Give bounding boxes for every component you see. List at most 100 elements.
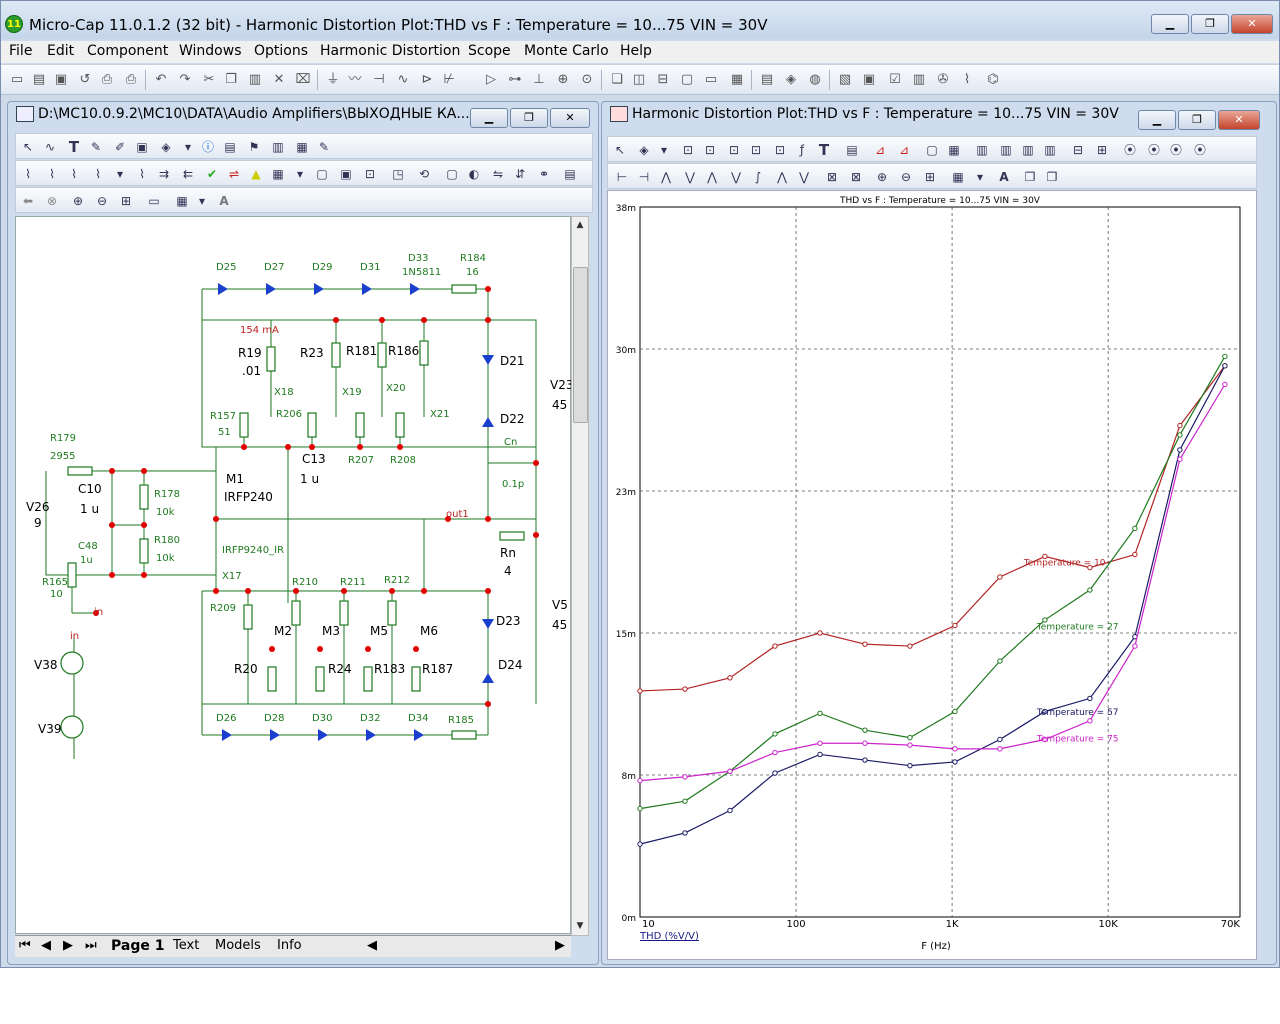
battery-icon[interactable]: ⊥ bbox=[531, 72, 547, 88]
schematic-vertical-scrollbar[interactable]: ▲ ▼ bbox=[571, 216, 589, 936]
grid-icon[interactable]: ▦ bbox=[270, 166, 286, 182]
attribute-icon[interactable]: ⌇ bbox=[134, 166, 150, 182]
rotate-icon[interactable]: ⟲ bbox=[416, 166, 432, 182]
dropdown-arrow-icon[interactable]: ▾ bbox=[972, 169, 988, 185]
plot-text-icon[interactable]: T bbox=[816, 142, 832, 158]
check-node-icon[interactable]: ✔ bbox=[204, 166, 220, 182]
properties-icon[interactable]: ▥ bbox=[911, 72, 927, 88]
text-mode-icon[interactable]: T bbox=[66, 139, 82, 155]
menu-file[interactable]: File bbox=[9, 43, 32, 59]
paste-icon[interactable]: ▥ bbox=[247, 72, 263, 88]
h-scroll-left-icon[interactable]: ◀ bbox=[367, 938, 377, 953]
new-file-icon[interactable]: ▭ bbox=[9, 72, 25, 88]
pin-icon[interactable]: ▦ bbox=[294, 139, 310, 155]
scroll-up-arrow-icon[interactable]: ▲ bbox=[572, 217, 588, 234]
currents-icon[interactable]: ⌇ bbox=[66, 166, 82, 182]
app-close-button[interactable]: ✕ bbox=[1231, 14, 1273, 34]
picture-icon[interactable]: ▣ bbox=[134, 139, 150, 155]
schematic-maximize-button[interactable]: ❐ bbox=[510, 108, 548, 128]
h-scroll-right-icon[interactable]: ▶ bbox=[555, 938, 565, 953]
flag-icon[interactable]: ⚑ bbox=[246, 139, 262, 155]
transistor-icon[interactable]: ⊬ bbox=[441, 72, 457, 88]
arrow-right-icon[interactable]: ⇉ bbox=[156, 166, 172, 182]
border-icon[interactable]: ▢ bbox=[314, 166, 330, 182]
menu-help[interactable]: Help bbox=[620, 43, 652, 59]
scroll-thumb[interactable] bbox=[573, 267, 588, 423]
go-back-icon[interactable]: ⬅ bbox=[20, 193, 36, 209]
pen-icon[interactable]: ✎ bbox=[88, 139, 104, 155]
menu-edit[interactable]: Edit bbox=[47, 43, 74, 59]
plot-grid-view-icon[interactable]: ▦ bbox=[950, 169, 966, 185]
binoculars-icon[interactable]: ⚭ bbox=[536, 166, 552, 182]
plot-minimize-button[interactable]: ▁ bbox=[1138, 110, 1176, 130]
open-file-icon[interactable]: ▤ bbox=[31, 72, 47, 88]
slope-icon[interactable]: ⊠ bbox=[848, 169, 864, 185]
flip-x-icon[interactable]: ⇋ bbox=[490, 166, 506, 182]
flip-y-icon[interactable]: ⇵ bbox=[512, 166, 528, 182]
plot-zoom-fit-icon[interactable]: ⊞ bbox=[922, 169, 938, 185]
model-icon[interactable]: ▣ bbox=[861, 72, 877, 88]
align-icon[interactable]: ⊠ bbox=[824, 169, 840, 185]
package-editor-icon[interactable]: ▧ bbox=[837, 72, 853, 88]
select-mode-icon[interactable]: ↖ bbox=[20, 139, 36, 155]
mirror-icon[interactable]: ▢ bbox=[444, 166, 460, 182]
scroll-down-arrow-icon[interactable]: ▼ bbox=[572, 918, 588, 935]
low-icon[interactable]: ⦿ bbox=[1192, 142, 1208, 158]
peak-icon[interactable]: ⦿ bbox=[1122, 142, 1138, 158]
shape-editor-icon[interactable]: ◈ bbox=[783, 72, 799, 88]
probe-icon[interactable]: ⊙ bbox=[579, 72, 595, 88]
inflection-icon[interactable]: ∫ bbox=[750, 169, 766, 185]
tag-horizontal-icon[interactable]: ⊿ bbox=[896, 142, 912, 158]
revert-icon[interactable]: ↺ bbox=[77, 72, 93, 88]
tab-page-1[interactable]: Page 1 bbox=[111, 938, 164, 954]
opamp-icon[interactable]: ▷ bbox=[483, 72, 499, 88]
find-icon[interactable]: ◳ bbox=[390, 166, 406, 182]
plot-select-icon[interactable]: ↖ bbox=[612, 142, 628, 158]
warning-icon[interactable]: ▲ bbox=[248, 166, 264, 182]
help-icon[interactable]: ▤ bbox=[222, 139, 238, 155]
shapes-icon[interactable]: ◈ bbox=[158, 139, 174, 155]
cascade-icon[interactable]: ❏ bbox=[609, 72, 625, 88]
capacitor-icon[interactable]: ⊣ bbox=[371, 72, 387, 88]
next-valley-icon[interactable]: ⋁ bbox=[682, 169, 698, 185]
overlay-icon[interactable]: ❐ bbox=[1044, 169, 1060, 185]
arrow-left-icon[interactable]: ⇇ bbox=[180, 166, 196, 182]
cross-probe-icon[interactable]: ▤ bbox=[562, 166, 578, 182]
menu-windows[interactable]: Windows bbox=[179, 43, 242, 59]
dropdown-arrow-icon[interactable]: ▾ bbox=[656, 142, 672, 158]
zoom-in-icon[interactable]: ⊕ bbox=[70, 193, 86, 209]
calculator-icon[interactable]: ▦ bbox=[729, 72, 745, 88]
wire-mode-icon[interactable]: ∿ bbox=[42, 139, 58, 155]
diode-icon[interactable]: ⊳ bbox=[419, 72, 435, 88]
inductor-icon[interactable]: ∿ bbox=[395, 72, 411, 88]
source-icon[interactable]: ⊕ bbox=[555, 72, 571, 88]
node-voltages-icon[interactable]: ⌇ bbox=[44, 166, 60, 182]
crossing-icon[interactable]: ⇌ bbox=[226, 166, 242, 182]
check-icon[interactable]: ☑ bbox=[887, 72, 903, 88]
next-page-icon[interactable]: ▶ bbox=[63, 938, 73, 953]
cursor-left-icon[interactable]: ⊢ bbox=[614, 169, 630, 185]
stepping-icon[interactable]: ⌬ bbox=[985, 72, 1001, 88]
globe-icon[interactable]: ◍ bbox=[807, 72, 823, 88]
grid-view-icon[interactable]: ▦ bbox=[174, 193, 190, 209]
plot-shapes-icon[interactable]: ◈ bbox=[636, 142, 652, 158]
edit-icon[interactable]: ✎ bbox=[316, 139, 332, 155]
tile-vertical-icon[interactable]: ◫ bbox=[631, 72, 647, 88]
global-high-icon[interactable]: ⋀ bbox=[774, 169, 790, 185]
tab-models[interactable]: Models bbox=[215, 938, 261, 953]
scale-icon[interactable]: ⊡ bbox=[680, 142, 696, 158]
ground-icon[interactable]: ⏚ bbox=[325, 72, 341, 88]
copy-icon[interactable]: ❐ bbox=[223, 72, 239, 88]
horizontal-axis-icon[interactable]: ⊟ bbox=[1070, 142, 1086, 158]
tokens-icon[interactable]: ▥ bbox=[974, 142, 990, 158]
info-icon[interactable]: ⓘ bbox=[200, 139, 216, 155]
app-maximize-button[interactable]: ❐ bbox=[1191, 14, 1229, 34]
plot-zoom-out-icon[interactable]: ⊖ bbox=[898, 169, 914, 185]
maximize-window-icon[interactable]: ▭ bbox=[703, 72, 719, 88]
dropdown-arrow-icon[interactable]: ▾ bbox=[112, 166, 128, 182]
valley-icon[interactable]: ⦿ bbox=[1146, 142, 1162, 158]
graph-icon[interactable]: ⊡ bbox=[772, 142, 788, 158]
dropdown-arrow-icon[interactable]: ▾ bbox=[180, 139, 196, 155]
pan-icon[interactable]: ▭ bbox=[146, 193, 162, 209]
resistor-icon[interactable]: 〰 bbox=[347, 72, 363, 88]
